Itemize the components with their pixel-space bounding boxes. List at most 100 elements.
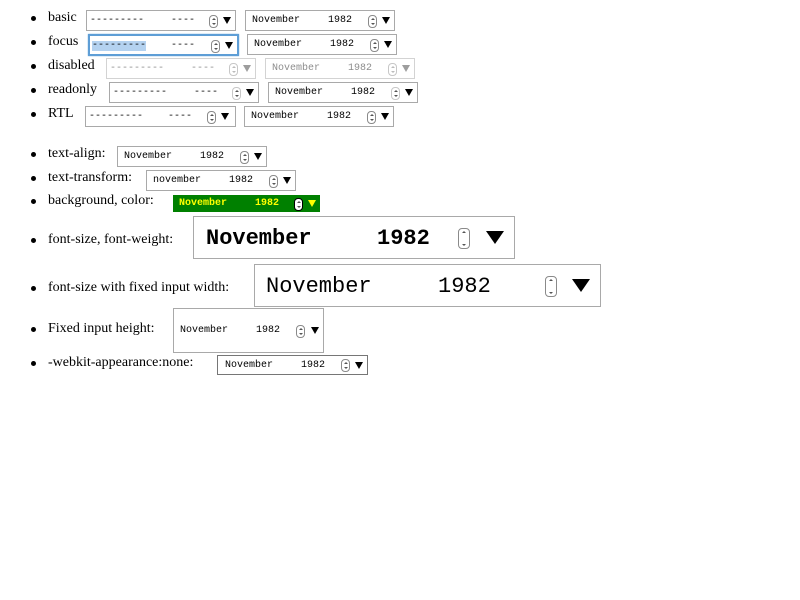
year-field[interactable]: 1982: [229, 176, 253, 186]
year-field[interactable]: ----: [171, 41, 195, 51]
dropdown-arrow-icon[interactable]: [355, 362, 363, 369]
spin-buttons-icon[interactable]: [341, 359, 350, 372]
dropdown-arrow-icon[interactable]: [223, 17, 231, 24]
month-input-value[interactable]: November 1982: [247, 34, 397, 55]
spin-buttons-icon[interactable]: [368, 15, 377, 28]
month-field[interactable]: November: [266, 276, 372, 298]
dropdown-arrow-icon[interactable]: [384, 41, 392, 48]
month-field[interactable]: ---------: [90, 16, 144, 26]
dropdown-arrow-icon[interactable]: [254, 153, 262, 160]
dropdown-arrow-icon[interactable]: [486, 231, 504, 244]
row-label: text-align:: [48, 146, 106, 161]
year-field[interactable]: 1982: [327, 112, 351, 122]
year-field[interactable]: ----: [194, 88, 218, 98]
row-label: text-transform:: [48, 170, 132, 185]
month-field[interactable]: ---------: [113, 88, 167, 98]
bullet: [31, 112, 36, 117]
year-field[interactable]: 1982: [377, 228, 430, 250]
spin-buttons-icon[interactable]: [367, 111, 376, 124]
month-input-value-rtl[interactable]: November 1982: [244, 106, 394, 127]
bullet: [31, 327, 36, 332]
month-input-empty-focused[interactable]: --------- ----: [88, 34, 239, 56]
row-label: RTL: [48, 106, 74, 121]
spin-buttons-icon[interactable]: [269, 175, 278, 188]
month-input-fixed-width[interactable]: November 1982: [254, 264, 601, 307]
dropdown-arrow-icon[interactable]: [225, 42, 233, 49]
bullet: [31, 361, 36, 366]
month-field[interactable]: November: [180, 326, 228, 336]
bullet: [31, 40, 36, 45]
year-field[interactable]: ----: [168, 112, 192, 122]
month-field[interactable]: November: [254, 40, 302, 50]
bullet: [31, 286, 36, 291]
row-label: focus: [48, 34, 79, 49]
year-field[interactable]: 1982: [301, 361, 325, 371]
month-field[interactable]: November: [179, 199, 227, 209]
month-field[interactable]: November: [225, 361, 273, 371]
month-input-value[interactable]: November 1982: [245, 10, 395, 31]
month-field[interactable]: ---------: [92, 41, 147, 51]
month-field[interactable]: November: [206, 228, 312, 250]
dropdown-arrow-icon[interactable]: [283, 177, 291, 184]
bullet: [31, 176, 36, 181]
month-input-text-align[interactable]: November 1982: [117, 146, 267, 167]
year-field[interactable]: 1982: [438, 276, 491, 298]
dropdown-arrow-icon[interactable]: [221, 113, 229, 120]
spin-buttons-icon[interactable]: [209, 15, 218, 28]
year-field[interactable]: 1982: [200, 152, 224, 162]
bullet: [31, 152, 36, 157]
spin-buttons-icon[interactable]: [458, 228, 470, 249]
spin-buttons-icon[interactable]: [296, 325, 305, 338]
year-field[interactable]: ----: [171, 16, 195, 26]
dropdown-arrow-icon[interactable]: [572, 279, 590, 292]
month-input-empty-rtl[interactable]: --------- ----: [85, 106, 236, 127]
year-field[interactable]: 1982: [256, 326, 280, 336]
bullet: [31, 199, 36, 204]
dropdown-arrow-icon[interactable]: [381, 113, 389, 120]
month-input-empty[interactable]: --------- ----: [86, 10, 236, 31]
row-label: background, color:: [48, 193, 154, 208]
month-input-font-size-weight[interactable]: November 1982: [193, 216, 515, 259]
dropdown-arrow-icon[interactable]: [382, 17, 390, 24]
year-field[interactable]: 1982: [351, 88, 375, 98]
dropdown-arrow-icon[interactable]: [405, 89, 413, 96]
month-input-appearance-none[interactable]: November 1982: [217, 355, 368, 375]
spin-buttons-icon: [391, 87, 400, 100]
spin-buttons-icon[interactable]: [294, 198, 303, 211]
bullet: [31, 64, 36, 69]
spin-buttons-icon[interactable]: [207, 111, 216, 124]
spin-buttons-icon: [229, 63, 238, 76]
year-field[interactable]: 1982: [330, 40, 354, 50]
spin-buttons-icon[interactable]: [370, 39, 379, 52]
year-field[interactable]: 1982: [328, 16, 352, 26]
dropdown-arrow-icon[interactable]: [246, 89, 254, 96]
month-field[interactable]: November: [275, 88, 323, 98]
row-label: -webkit-appearance:none:: [48, 355, 194, 370]
spin-buttons-icon[interactable]: [211, 40, 220, 53]
month-input-text-transform[interactable]: november 1982: [146, 170, 296, 191]
month-field[interactable]: ---------: [89, 112, 143, 122]
row-label: font-size, font-weight:: [48, 232, 174, 247]
spin-buttons-icon: [232, 87, 241, 100]
month-input-fixed-height[interactable]: November 1982: [173, 308, 324, 353]
month-field[interactable]: November: [251, 112, 299, 122]
row-label: font-size with fixed input width:: [48, 280, 230, 295]
spin-buttons-icon[interactable]: [545, 276, 557, 297]
year-field: 1982: [348, 63, 373, 74]
month-input-green[interactable]: November 1982: [173, 195, 320, 212]
month-field[interactable]: november: [153, 176, 201, 186]
month-input-empty-readonly[interactable]: --------- ----: [109, 82, 259, 103]
dropdown-arrow-icon: [243, 65, 251, 72]
bullet: [31, 238, 36, 243]
bullet: [31, 16, 36, 21]
dropdown-arrow-icon[interactable]: [311, 327, 319, 334]
month-input-empty-disabled: --------- ----: [106, 58, 256, 79]
dropdown-arrow-icon: [402, 65, 410, 72]
month-input-value-readonly[interactable]: November 1982: [268, 82, 418, 103]
month-field[interactable]: November: [252, 16, 300, 26]
spin-buttons-icon[interactable]: [240, 151, 249, 164]
month-field[interactable]: November: [124, 152, 172, 162]
year-field[interactable]: 1982: [255, 199, 279, 209]
dropdown-arrow-icon[interactable]: [308, 200, 316, 207]
bullet: [31, 88, 36, 93]
